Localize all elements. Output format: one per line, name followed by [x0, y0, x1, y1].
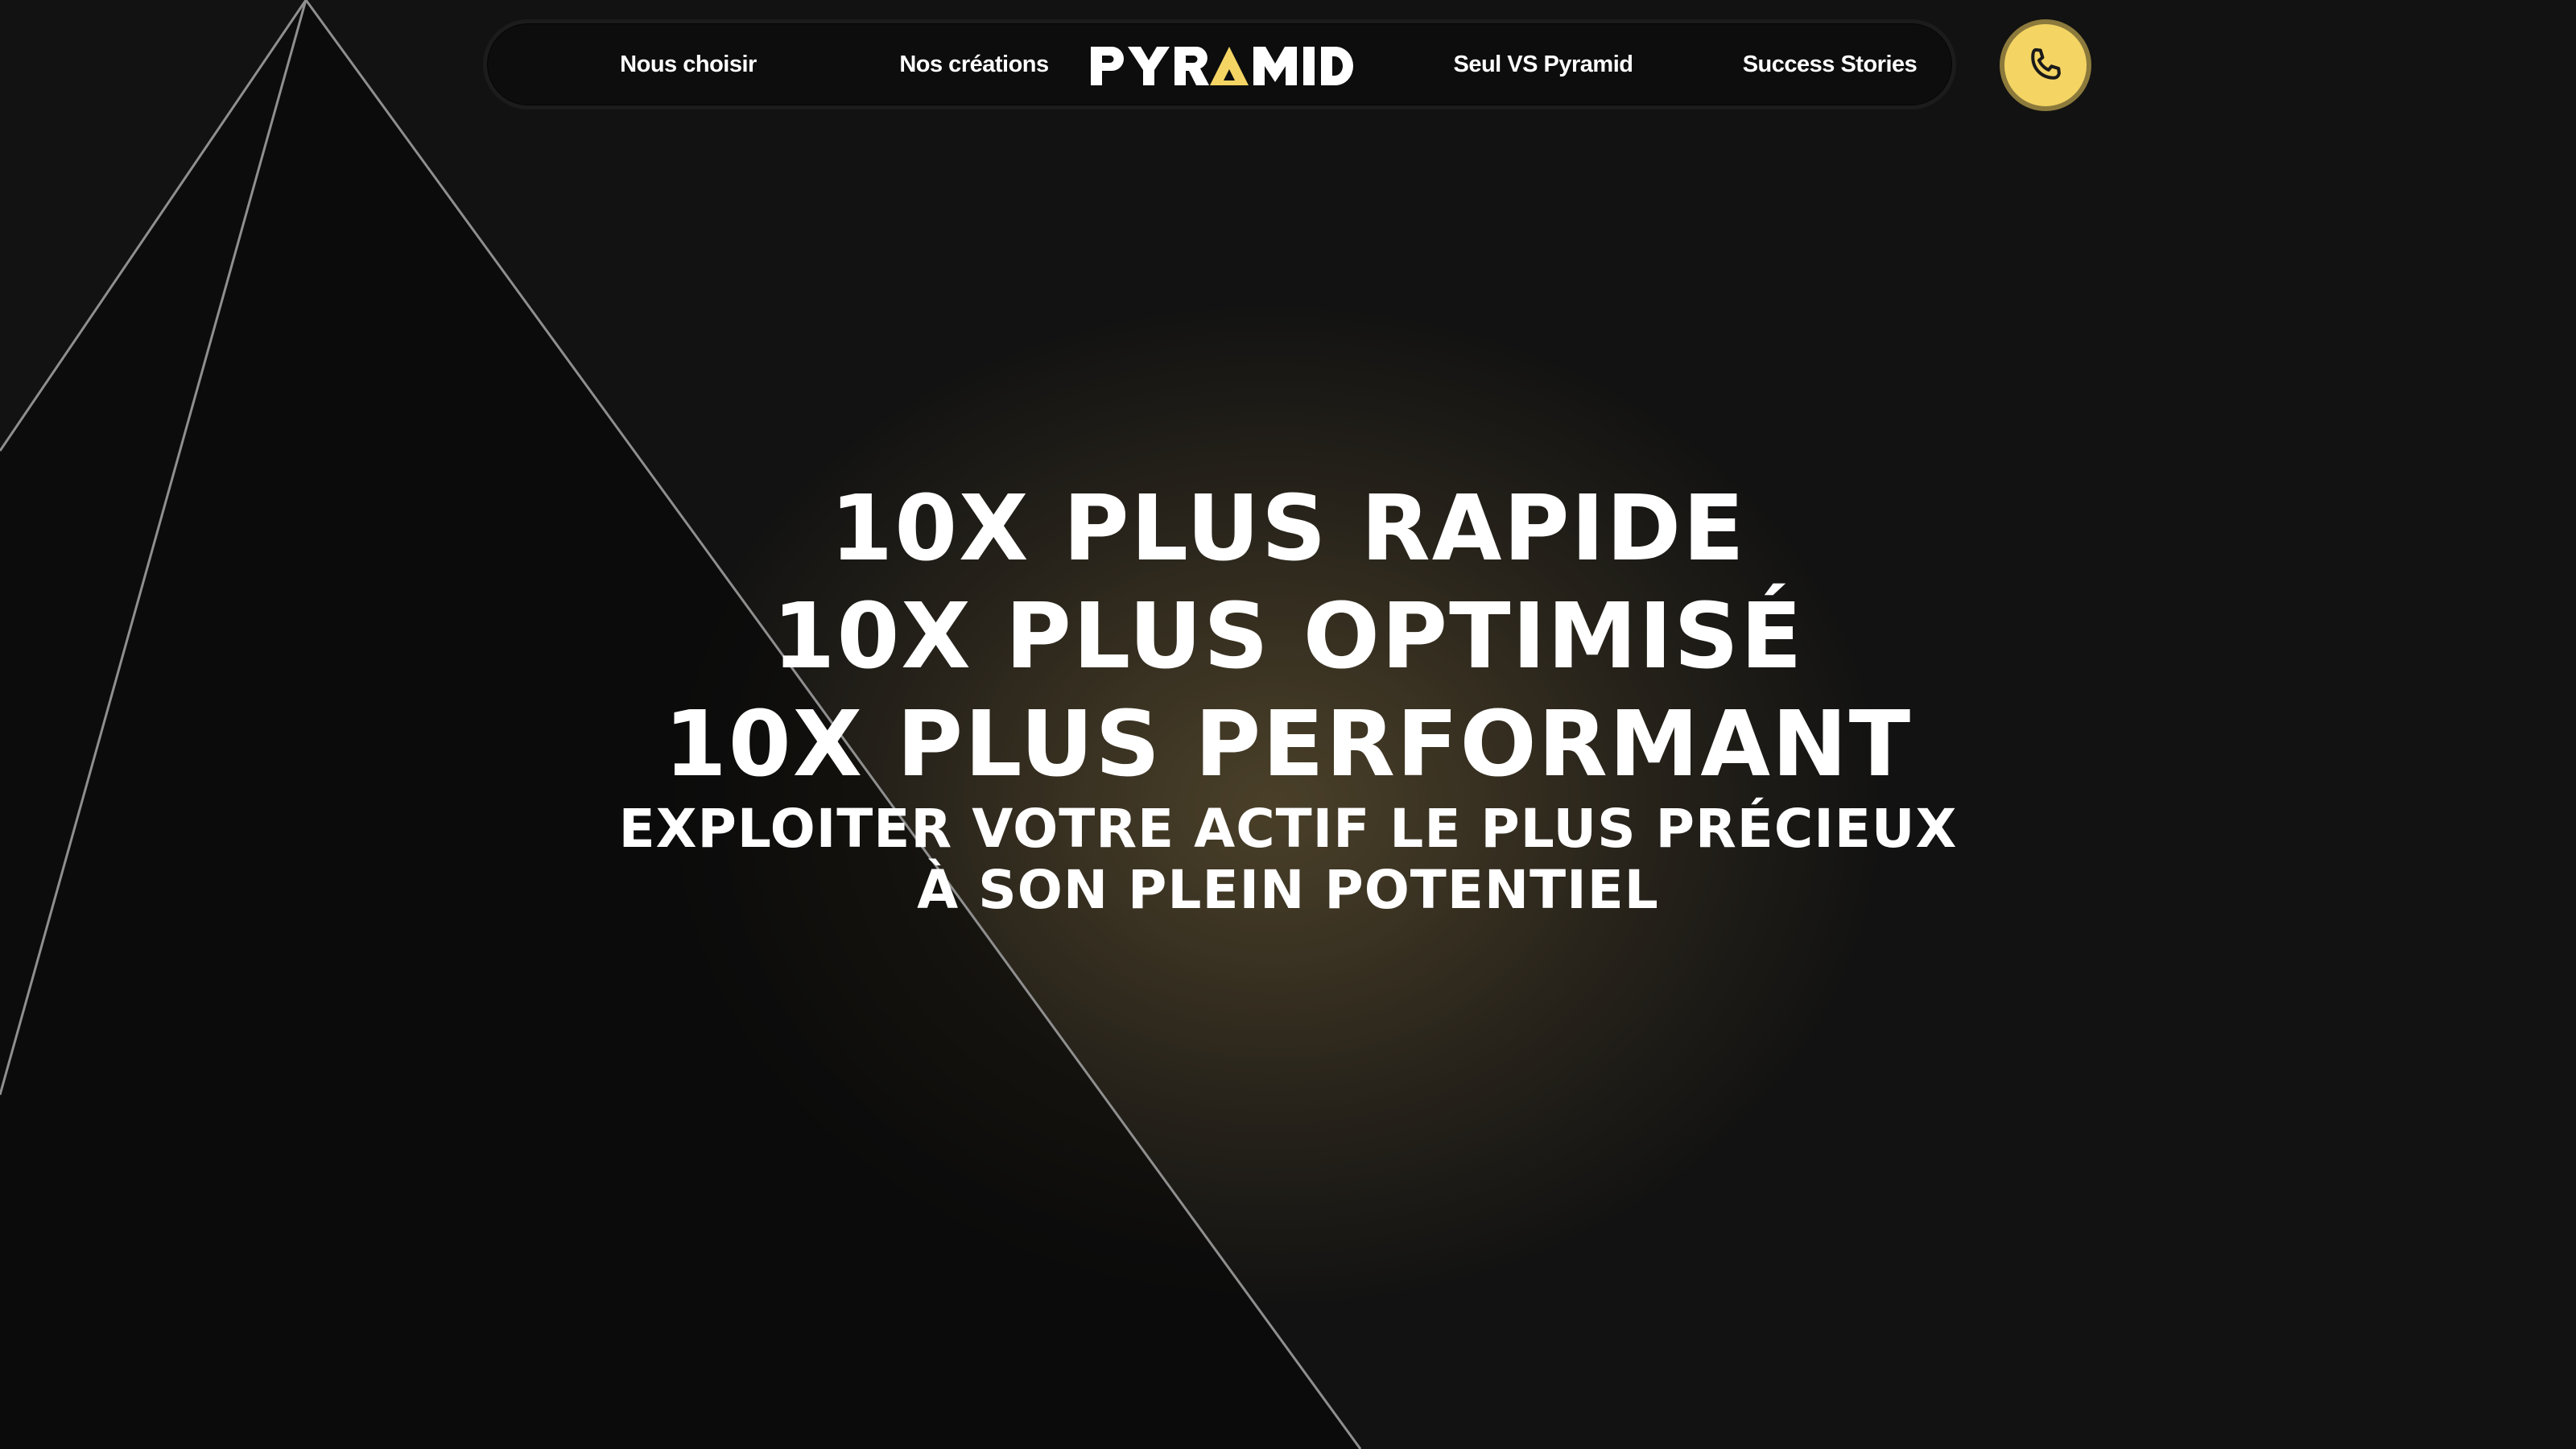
nav-nous-choisir[interactable]: Nous choisir: [568, 23, 809, 105]
pyramid-logo-mark: [1091, 46, 1353, 85]
hero-subtitle-1: EXPLOITER VOTRE ACTIF LE PLUS PRÉCIEUX: [618, 798, 1958, 860]
nav-success-stories[interactable]: Success Stories: [1709, 23, 1951, 105]
hero-section: 10X PLUS RAPIDE 10X PLUS OPTIMISÉ 10X PL…: [564, 475, 2013, 921]
pyramid-logo[interactable]: [1089, 45, 1358, 87]
nav-nos-creations[interactable]: Nos créations: [853, 23, 1095, 105]
phone-call-button[interactable]: [2000, 19, 2091, 111]
hero-headline-2: 10X PLUS OPTIMISÉ: [772, 584, 1804, 689]
main-navigation: Nous choisir Nos créations Seul VS Pyram…: [483, 19, 1956, 109]
hero-subtitle-2: À SON PLEIN POTENTIEL: [917, 859, 1659, 921]
hero-headline-3: 10X PLUS PERFORMANT: [663, 692, 1913, 797]
phone-icon: [2031, 47, 2061, 80]
nav-seul-vs-pyramid[interactable]: Seul VS Pyramid: [1422, 23, 1664, 105]
hero-headline-1: 10X PLUS RAPIDE: [830, 477, 1746, 581]
